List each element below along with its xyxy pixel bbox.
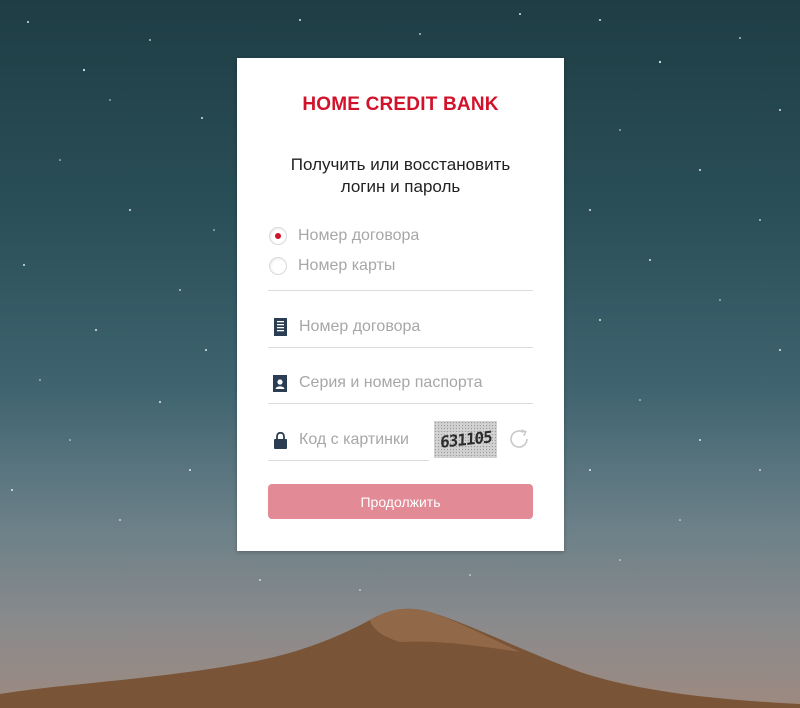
radio-button-unchecked[interactable] bbox=[269, 257, 287, 275]
brand-logo: HOME CREDIT BANK bbox=[302, 94, 499, 115]
id-card-icon bbox=[273, 374, 287, 392]
radio-label: Номер карты bbox=[298, 257, 396, 274]
divider bbox=[268, 290, 533, 291]
captcha-image: 631105 bbox=[434, 421, 497, 458]
radio-button-checked[interactable] bbox=[269, 227, 287, 245]
continue-button[interactable]: Продолжить bbox=[268, 484, 533, 519]
captcha-field bbox=[268, 420, 429, 461]
radio-label: Номер договора bbox=[298, 227, 420, 244]
recovery-card: HOME CREDIT BANK Получить или восстанови… bbox=[237, 58, 564, 551]
contract-number-field bbox=[268, 307, 533, 348]
form-title: Получить или восстановить логин и пароль bbox=[257, 154, 544, 198]
passport-input[interactable] bbox=[299, 374, 519, 392]
lock-icon bbox=[274, 431, 287, 449]
document-icon bbox=[273, 318, 287, 336]
passport-field bbox=[268, 363, 533, 404]
form-title-line-1: Получить или восстановить bbox=[290, 155, 511, 174]
form-title-line-2: логин и пароль bbox=[340, 177, 461, 196]
radio-card-number[interactable]: Номер карты bbox=[269, 255, 395, 277]
radio-contract-number[interactable]: Номер договора bbox=[269, 225, 419, 247]
refresh-icon[interactable] bbox=[507, 427, 531, 451]
contract-number-input[interactable] bbox=[299, 318, 519, 336]
captcha-text: 631105 bbox=[439, 427, 492, 452]
captcha-input[interactable] bbox=[299, 431, 429, 449]
